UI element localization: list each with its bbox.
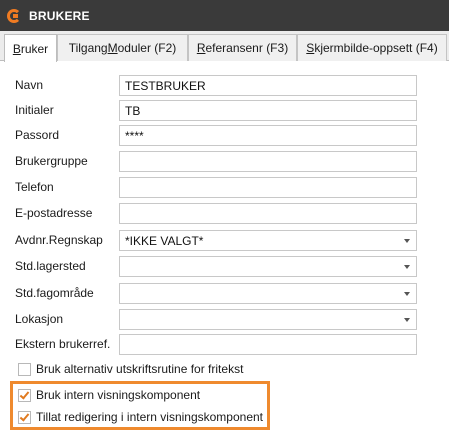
checkmark-icon	[19, 388, 30, 400]
tab-skjermbilde-mnemonic: S	[306, 41, 315, 55]
avdnr-select[interactable]: *IKKE VALGT*	[119, 230, 417, 251]
row-brukergruppe: Brukergruppe	[0, 150, 449, 174]
epost-label: E-postadresse	[15, 206, 93, 220]
tab-bar: Bruker Tilgang Moduler (F2) Referansenr …	[0, 31, 449, 62]
avdnr-value: *IKKE VALGT*	[125, 234, 204, 248]
intern-visning-checkbox-row[interactable]: Bruk intern visningskomponent	[18, 386, 200, 404]
tab-tilgang-pre: Tilgang	[68, 41, 108, 55]
initialer-field[interactable]: TB	[119, 100, 417, 121]
checkmark-icon	[19, 410, 30, 422]
tab-referansenr-rest: eferansenr (F3)	[205, 41, 289, 55]
chevron-down-icon[interactable]	[404, 292, 410, 296]
row-fagomrade: Std.fagområde	[0, 282, 449, 306]
fagomrade-label: Std.fagområde	[15, 286, 94, 300]
row-navn: Navn TESTBRUKER	[0, 74, 449, 98]
tab-bruker-rest: ruker	[20, 41, 49, 56]
tab-bruker[interactable]: Bruker	[4, 34, 57, 62]
brukergruppe-field[interactable]	[119, 151, 417, 172]
fagomrade-select[interactable]	[119, 283, 417, 304]
tab-referansenr[interactable]: Referansenr (F3)	[188, 34, 297, 61]
chevron-down-icon[interactable]	[404, 318, 410, 322]
tillat-redigering-checkbox[interactable]	[18, 410, 31, 424]
intern-visning-checkbox[interactable]	[18, 388, 31, 402]
tab-referansenr-mnemonic: R	[196, 41, 206, 55]
window-title: BRUKERE	[29, 8, 90, 23]
tab-skjermbilde-rest: kjermbilde-oppsett (F4)	[314, 41, 438, 55]
row-passord: Passord ****	[0, 124, 449, 148]
tillat-redigering-checkbox-row[interactable]: Tillat redigering i intern visningskompo…	[18, 408, 263, 426]
initialer-label: Initialer	[15, 103, 54, 117]
row-initialer: Initialer TB	[0, 99, 449, 123]
lagersted-select[interactable]	[119, 256, 417, 277]
brukergruppe-label: Brukergruppe	[15, 154, 88, 168]
intern-visning-label: Bruk intern visningskomponent	[36, 388, 201, 402]
app-logo-icon	[6, 7, 24, 25]
tillat-redigering-label: Tillat redigering i intern visningskompo…	[36, 410, 264, 424]
navn-field[interactable]: TESTBRUKER	[119, 75, 417, 96]
alt-utskrift-label: Bruk alternativ utskriftsrutine for frit…	[36, 362, 244, 376]
row-telefon: Telefon	[0, 176, 449, 200]
tab-bruker-mnemonic: B	[12, 41, 21, 56]
avdnr-label: Avdnr.Regnskap	[15, 233, 103, 247]
row-epost: E-postadresse	[0, 202, 449, 226]
passord-field[interactable]: ****	[119, 125, 417, 146]
row-lokasjon: Lokasjon	[0, 308, 449, 332]
alt-utskrift-checkbox[interactable]	[18, 362, 31, 376]
tab-tilgang-moduler[interactable]: Tilgang Moduler (F2)	[57, 34, 188, 61]
tab-skjermbilde-oppsett[interactable]: Skjermbilde-oppsett (F4)	[297, 34, 447, 61]
telefon-field[interactable]	[119, 177, 417, 198]
chevron-down-icon[interactable]	[404, 265, 410, 269]
ekstern-field[interactable]	[119, 334, 417, 355]
lokasjon-select[interactable]	[119, 309, 417, 330]
row-avdnr: Avdnr.Regnskap *IKKE VALGT*	[0, 229, 449, 253]
ekstern-label: Ekstern brukerref.	[15, 337, 111, 351]
email-field[interactable]	[119, 203, 417, 224]
passord-label: Passord	[15, 128, 60, 142]
window-titlebar: BRUKERE	[0, 0, 449, 31]
chevron-down-icon[interactable]	[404, 239, 410, 243]
navn-label: Navn	[15, 78, 44, 92]
lokasjon-label: Lokasjon	[15, 312, 64, 326]
alt-utskrift-checkbox-row[interactable]: Bruk alternativ utskriftsrutine for frit…	[18, 360, 243, 378]
row-lagersted: Std.lagersted	[0, 255, 449, 279]
tab-tilgang-rest: oduler (F2)	[117, 41, 177, 55]
tab-tilgang-mnemonic: M	[107, 41, 118, 55]
row-ekstern: Ekstern brukerref.	[0, 333, 449, 357]
telefon-label: Telefon	[15, 180, 54, 194]
lagersted-label: Std.lagersted	[15, 259, 86, 273]
